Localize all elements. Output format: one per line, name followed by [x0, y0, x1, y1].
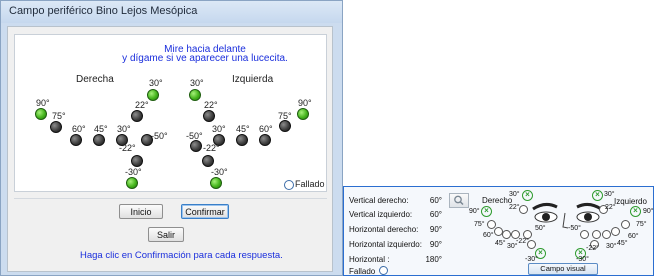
test-point-right-down-22[interactable] — [131, 155, 143, 167]
summary-deg-label: 75° — [636, 221, 647, 228]
summary-deg-label: -30° — [525, 256, 538, 263]
visual-field-button[interactable]: Campo visual — [528, 263, 598, 275]
test-point-right-down-30[interactable] — [126, 177, 138, 189]
deg-label-left-up-22: 22° — [204, 100, 218, 110]
test-point-left-75[interactable] — [279, 120, 291, 132]
test-point-left-60[interactable] — [259, 134, 271, 146]
summary-row-value: 180° — [425, 255, 442, 264]
test-point-right-45[interactable] — [93, 134, 105, 146]
deg-label-right-90: 90° — [36, 98, 50, 108]
summary-point-left-30 — [592, 230, 601, 239]
summary-row-label: Vertical derecho: — [349, 196, 409, 205]
summary-point-right-up-22 — [519, 205, 528, 214]
deg-label-left-90: 90° — [298, 98, 312, 108]
deg-label-left-45: 45° — [236, 124, 250, 134]
summary-row-label: Horizontal : — [349, 255, 390, 264]
summary-deg-label: 50° — [535, 225, 546, 232]
deg-label-right-60: 60° — [72, 124, 86, 134]
left-eye-label: Izquierda — [232, 74, 274, 85]
magnifier-icon — [454, 195, 464, 206]
summary-deg-label: 22° — [509, 204, 520, 211]
test-point-left-minus-50[interactable] — [190, 140, 202, 152]
summary-deg-label: 30° — [509, 191, 520, 198]
confirm-button[interactable]: Confirmar — [181, 204, 229, 219]
title-bar[interactable]: Campo periférico Bino Lejos Mesópica — [1, 1, 342, 23]
summary-point-left-60 — [611, 227, 620, 236]
summary-deg-label: 60° — [628, 233, 639, 240]
test-point-left-down-22[interactable] — [202, 155, 214, 167]
summary-deg-label: 90° — [643, 208, 654, 215]
summary-deg-label: 45° — [495, 240, 506, 247]
summary-point-right-45 — [502, 230, 511, 239]
deg-label-right-up-30: 30° — [149, 78, 163, 88]
deg-label-left-60: 60° — [259, 124, 273, 134]
summary-point-left-up-30: × — [592, 190, 603, 201]
summary-row-value: 60° — [429, 210, 442, 219]
window-title: Campo periférico Bino Lejos Mesópica — [9, 5, 198, 17]
test-point-left-90[interactable] — [297, 108, 309, 120]
summary-left-label: Izquierdo — [614, 197, 647, 206]
right-eye-label: Derecha — [76, 74, 114, 85]
deg-label-left-30: 30° — [212, 124, 226, 134]
test-point-left-45[interactable] — [236, 134, 248, 146]
test-point-left-up-30[interactable] — [189, 89, 201, 101]
failed-radio-label: Fallado — [295, 179, 325, 189]
summary-right-label: Derecho — [482, 196, 513, 205]
summary-deg-label: 60° — [483, 232, 494, 239]
summary-point-left-45 — [602, 230, 611, 239]
summary-row-label: Horizontal izquierdo: — [349, 240, 422, 249]
footer-hint: Haga clic en Confirmación para cada resp… — [80, 250, 283, 261]
summary-row-value: 90° — [429, 225, 442, 234]
deg-label-right-30: 30° — [117, 124, 131, 134]
summary-point-right-up-30: × — [522, 190, 533, 201]
deg-label-right-45: 45° — [94, 124, 108, 134]
test-point-right-minus-50[interactable] — [141, 134, 153, 146]
summary-row-value: 60° — [429, 196, 442, 205]
summary-point-left-minus-50 — [580, 230, 589, 239]
deg-label-left-up-30: 30° — [190, 78, 204, 88]
instruction-line-2: y dígame si ve aparecer una lucecita. — [122, 53, 288, 64]
test-point-left-down-30[interactable] — [210, 177, 222, 189]
summary-point-right-90: × — [481, 206, 492, 217]
summary-deg-label: -22° — [586, 245, 599, 252]
summary-deg-label: 90° — [469, 208, 480, 215]
separator — [14, 198, 327, 199]
test-point-left-up-22[interactable] — [203, 110, 215, 122]
summary-deg-label: 30° — [604, 191, 615, 198]
summary-deg-label: 22° — [605, 204, 616, 211]
summary-row-label: Horizontal derecho: — [349, 225, 419, 234]
deg-label-left-down-22: -22° — [203, 143, 220, 153]
exit-button[interactable]: Salir — [148, 227, 184, 242]
deg-label-right-75: 75° — [52, 111, 66, 121]
deg-label-right-down-30: -30° — [125, 167, 142, 177]
deg-label-right-down-22: -22° — [119, 143, 136, 153]
failed-radio[interactable] — [284, 180, 294, 190]
summary-row-label: Vertical izquierdo: — [349, 210, 413, 219]
summary-deg-label: 30° — [606, 243, 617, 250]
summary-point-right-down-22 — [527, 240, 536, 249]
summary-deg-label: -50° — [568, 225, 581, 232]
summary-row-value: 90° — [429, 240, 442, 249]
summary-deg-label: -30° — [576, 256, 589, 263]
summary-deg-label: 45° — [617, 240, 628, 247]
summary-point-left-90: × — [630, 206, 641, 217]
test-point-right-75[interactable] — [50, 121, 62, 133]
test-point-right-60[interactable] — [70, 134, 82, 146]
deg-label-right-minus-50: -50° — [151, 131, 168, 141]
summary-failed-radio[interactable] — [379, 266, 388, 275]
summary-point-left-75 — [621, 220, 630, 229]
test-point-right-90[interactable] — [35, 108, 47, 120]
test-point-right-up-22[interactable] — [131, 110, 143, 122]
deg-label-right-up-22: 22° — [135, 100, 149, 110]
zoom-button[interactable] — [449, 193, 469, 208]
start-button[interactable]: Inicio — [119, 204, 163, 219]
summary-failed-label: Fallado — [349, 267, 376, 276]
summary-deg-label: 75° — [474, 221, 485, 228]
deg-label-left-down-30: -30° — [211, 167, 228, 177]
